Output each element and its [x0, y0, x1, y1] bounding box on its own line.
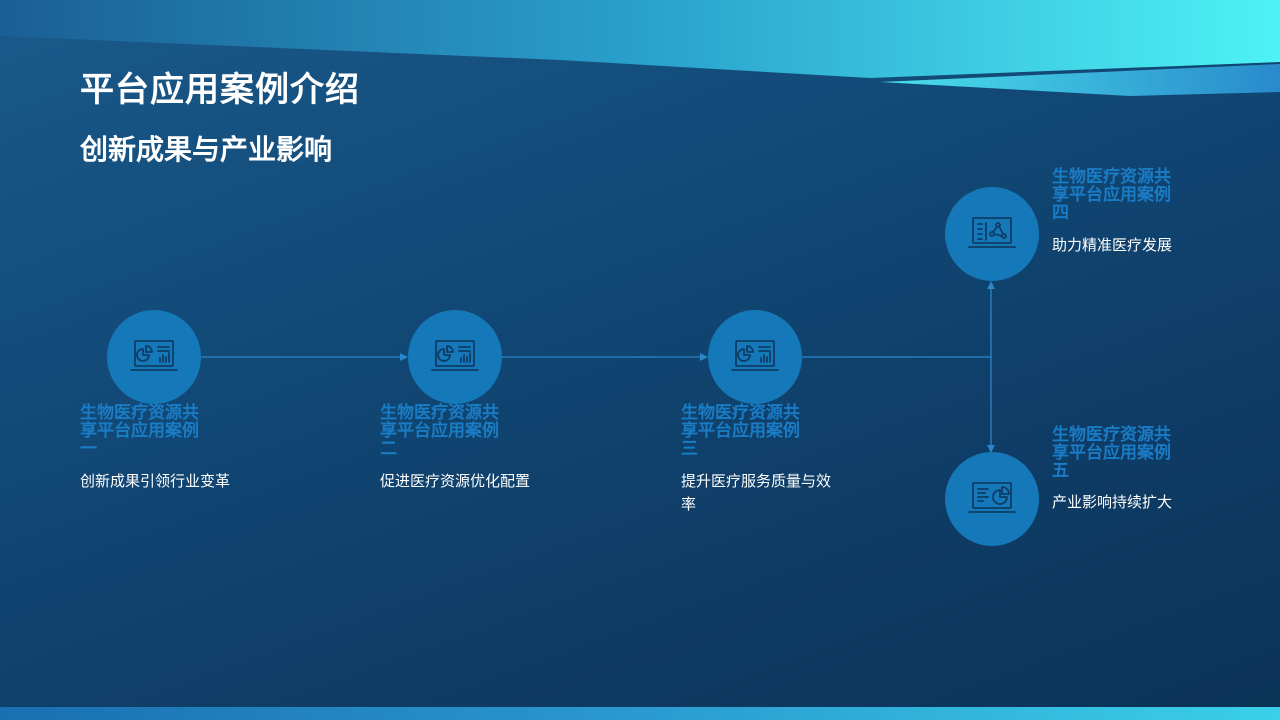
case-2-title: 生物医疗资源共享平台应用案例二	[380, 403, 499, 459]
case-3-description: 提升医疗服务质量与效率	[681, 472, 832, 513]
laptop-chart-icon	[431, 340, 479, 371]
case-4-title: 生物医疗资源共享平台应用案例四	[1052, 167, 1171, 223]
slide: 平台应用案例介绍 创新成果与产业影响 生物医疗资源共享平台应用案例一 创新成果引…	[0, 0, 1280, 720]
case-1-description: 创新成果引领行业变革	[80, 472, 231, 490]
laptop-chart-icon	[731, 340, 779, 371]
case-5-node[interactable]	[945, 452, 1039, 546]
case-5-description: 产业影响持续扩大	[1052, 493, 1173, 511]
page-subtitle: 创新成果与产业影响	[80, 133, 333, 166]
page-title: 平台应用案例介绍	[80, 70, 360, 110]
bottom-accent-bar	[0, 707, 1280, 720]
case-4-node[interactable]	[945, 187, 1039, 281]
laptop-chart-icon	[130, 340, 178, 371]
case-1-node[interactable]	[107, 310, 201, 404]
case-1-title: 生物医疗资源共享平台应用案例一	[80, 403, 199, 459]
case-2-description: 促进医疗资源优化配置	[380, 472, 531, 490]
case-2-node[interactable]	[408, 310, 502, 404]
arrowhead-2	[400, 353, 408, 361]
case-4-description: 助力精准医疗发展	[1052, 236, 1173, 254]
case-3-title: 生物医疗资源共享平台应用案例三	[681, 403, 800, 459]
case-3-node[interactable]	[708, 310, 802, 404]
case-5-title: 生物医疗资源共享平台应用案例五	[1052, 425, 1171, 481]
laptop-pie-icon	[968, 482, 1016, 513]
laptop-network-icon	[968, 217, 1016, 248]
arrowhead-4	[987, 281, 995, 289]
arrowhead-3	[700, 353, 708, 361]
